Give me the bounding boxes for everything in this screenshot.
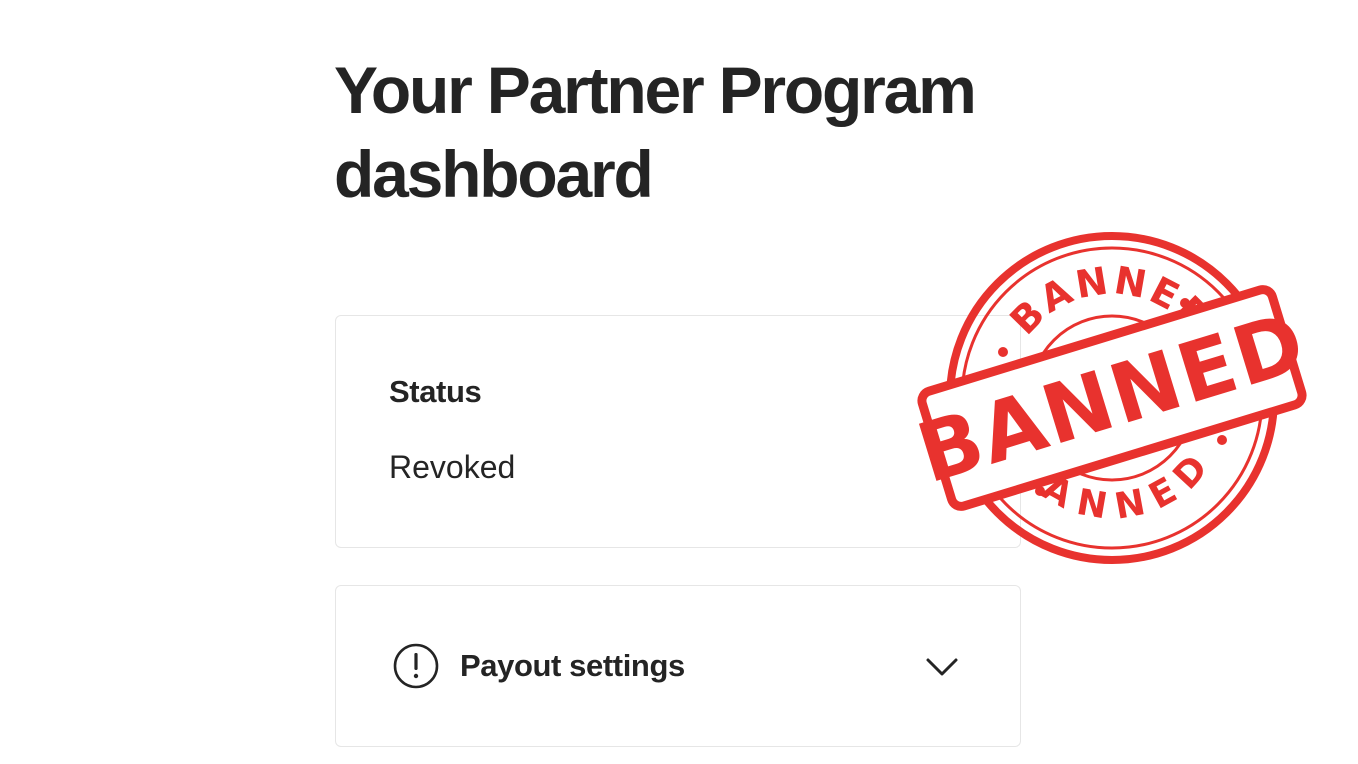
page-title: Your Partner Program dashboard xyxy=(334,53,977,211)
stamp-arc-bottom-text: BANNED xyxy=(1006,445,1218,527)
payout-settings-row[interactable]: Payout settings xyxy=(392,642,685,690)
status-heading: Status xyxy=(389,374,482,409)
stamp-arc-top-text: BANNED xyxy=(1001,258,1222,343)
chevron-down-icon[interactable] xyxy=(923,378,963,418)
payout-settings-card[interactable]: Payout settings xyxy=(335,585,1021,747)
status-value: Revoked xyxy=(389,449,516,485)
payout-settings-label: Payout settings xyxy=(460,648,685,683)
status-card[interactable]: Status Revoked xyxy=(335,315,1021,548)
exclamation-circle-icon xyxy=(393,643,439,689)
chevron-down-icon[interactable] xyxy=(922,646,962,686)
